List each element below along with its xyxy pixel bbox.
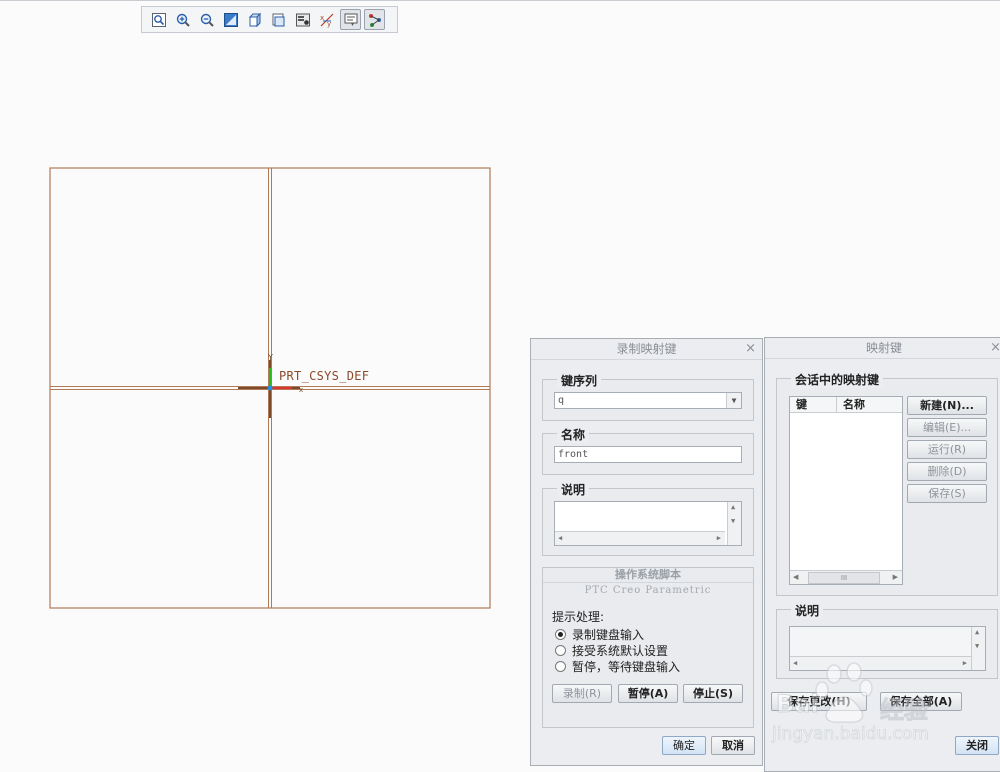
run-mapkey-button[interactable]: 运行(R) bbox=[907, 440, 987, 459]
scroll-left-icon[interactable]: ◀ bbox=[793, 573, 798, 581]
radio-label: 接受系统默认设置 bbox=[572, 644, 669, 658]
scroll-right-icon[interactable]: ▶ bbox=[893, 573, 898, 581]
prompt-handling-label: 提示处理: bbox=[552, 610, 605, 624]
mapkey-description-group: 说明 ▲ ▼ ◀ ▶ bbox=[776, 602, 998, 679]
vertical-scrollbar[interactable]: ▲ ▼ bbox=[971, 627, 985, 670]
dialog-title-text: 录制映射键 bbox=[616, 342, 677, 356]
scroll-down-icon[interactable]: ▼ bbox=[731, 517, 735, 525]
column-header-key[interactable]: 键 bbox=[790, 397, 837, 412]
name-group: 名称 front bbox=[542, 426, 754, 475]
horizontal-scrollbar[interactable]: ◀ III ▶ bbox=[790, 570, 902, 584]
name-value: front bbox=[558, 449, 589, 460]
scroll-left-icon[interactable]: ◀ bbox=[793, 659, 797, 667]
close-button[interactable]: 关闭 bbox=[955, 736, 999, 755]
radio-unselected-icon[interactable] bbox=[555, 645, 566, 656]
dialog-title: 映射键 × bbox=[765, 338, 1000, 359]
csys-y-marker: Y bbox=[267, 353, 273, 362]
radio-label: 暂停，等待键盘输入 bbox=[572, 660, 681, 674]
scroll-up-icon[interactable]: ▲ bbox=[975, 628, 979, 636]
horizontal-scrollbar[interactable]: ◀ ▶ bbox=[555, 531, 725, 545]
radio-unselected-icon[interactable] bbox=[555, 661, 566, 672]
scroll-right-icon[interactable]: ▶ bbox=[963, 659, 967, 667]
vertical-scrollbar[interactable]: ▲ ▼ bbox=[727, 502, 741, 545]
pause-button[interactable]: 暂停(A) bbox=[618, 684, 678, 703]
scroll-left-icon[interactable]: ◀ bbox=[558, 534, 562, 542]
stop-button[interactable]: 停止(S) bbox=[683, 684, 743, 703]
session-mapkeys-label: 会话中的映射键 bbox=[791, 371, 884, 388]
scroll-thumb[interactable]: III bbox=[808, 572, 880, 584]
record-button[interactable]: 录制(R) bbox=[552, 684, 612, 703]
delete-mapkey-button[interactable]: 删除(D) bbox=[907, 462, 987, 481]
cancel-button[interactable]: 取消 bbox=[711, 736, 755, 755]
os-script-tab[interactable]: 操作系统脚本 bbox=[543, 568, 753, 583]
key-sequence-input[interactable]: q ▼ bbox=[554, 392, 742, 409]
os-script-panel: 操作系统脚本 PTC Creo Parametric 提示处理: 录制键盘输入 … bbox=[542, 567, 754, 728]
horizontal-scrollbar[interactable]: ◀ ▶ bbox=[790, 656, 971, 670]
list-header: 键 名称 bbox=[790, 397, 902, 413]
save-changed-button[interactable]: 保存更改(H) bbox=[771, 692, 867, 711]
new-mapkey-button[interactable]: 新建(N)... bbox=[907, 396, 987, 415]
chevron-down-icon[interactable]: ▼ bbox=[726, 393, 741, 408]
description-label: 说明 bbox=[557, 481, 590, 498]
csys-origin bbox=[267, 385, 273, 391]
ok-button[interactable]: 确定 bbox=[662, 736, 706, 755]
creo-tab-label[interactable]: PTC Creo Parametric bbox=[543, 585, 753, 596]
column-header-name[interactable]: 名称 bbox=[837, 397, 865, 412]
radio-pause-for-input[interactable]: 暂停，等待键盘输入 bbox=[555, 658, 680, 675]
key-sequence-value: q bbox=[558, 395, 565, 406]
description-group: 说明 ▲ ▼ ◀ ▶ bbox=[542, 481, 754, 556]
save-mapkey-button[interactable]: 保存(S) bbox=[907, 484, 987, 503]
mapkey-description-textarea[interactable]: ▲ ▼ ◀ ▶ bbox=[789, 626, 986, 671]
dialog-title-text: 映射键 bbox=[865, 341, 902, 355]
dialog-title: 录制映射键 × bbox=[531, 339, 762, 360]
scroll-right-icon[interactable]: ▶ bbox=[717, 534, 721, 542]
key-sequence-label: 键序列 bbox=[557, 372, 602, 389]
save-all-button[interactable]: 保存全部(A) bbox=[880, 692, 962, 711]
scroll-up-icon[interactable]: ▲ bbox=[731, 503, 735, 511]
edit-mapkey-button[interactable]: 编辑(E)... bbox=[907, 418, 987, 437]
csys-label[interactable]: PRT_CSYS_DEF bbox=[279, 369, 369, 383]
mapkeys-list[interactable]: 键 名称 ◀ III ▶ bbox=[789, 396, 903, 585]
radio-accept-defaults[interactable]: 接受系统默认设置 bbox=[555, 642, 668, 659]
radio-selected-icon[interactable] bbox=[555, 629, 566, 640]
name-label: 名称 bbox=[557, 426, 590, 443]
mapkey-description-label: 说明 bbox=[791, 602, 824, 619]
key-sequence-group: 键序列 q ▼ bbox=[542, 372, 754, 421]
radio-label: 录制键盘输入 bbox=[572, 628, 645, 642]
name-input[interactable]: front bbox=[554, 446, 742, 463]
record-mapkey-dialog: 录制映射键 × 键序列 q ▼ 名称 front 说明 ▲ ▼ ◀ ▶ 操作系统… bbox=[530, 338, 763, 766]
csys-x-marker: x bbox=[299, 386, 303, 394]
close-icon[interactable]: × bbox=[745, 339, 756, 359]
session-mapkeys-group: 会话中的映射键 键 名称 ◀ III ▶ 新建(N)... 编辑(E)... 运… bbox=[776, 371, 998, 596]
mapkeys-dialog: 映射键 × 会话中的映射键 键 名称 ◀ III ▶ 新建(N)... 编辑(E… bbox=[764, 337, 1000, 772]
scroll-down-icon[interactable]: ▼ bbox=[975, 642, 979, 650]
close-icon[interactable]: × bbox=[990, 338, 1000, 358]
radio-record-keyboard[interactable]: 录制键盘输入 bbox=[555, 626, 644, 643]
description-textarea[interactable]: ▲ ▼ ◀ ▶ bbox=[554, 501, 742, 546]
